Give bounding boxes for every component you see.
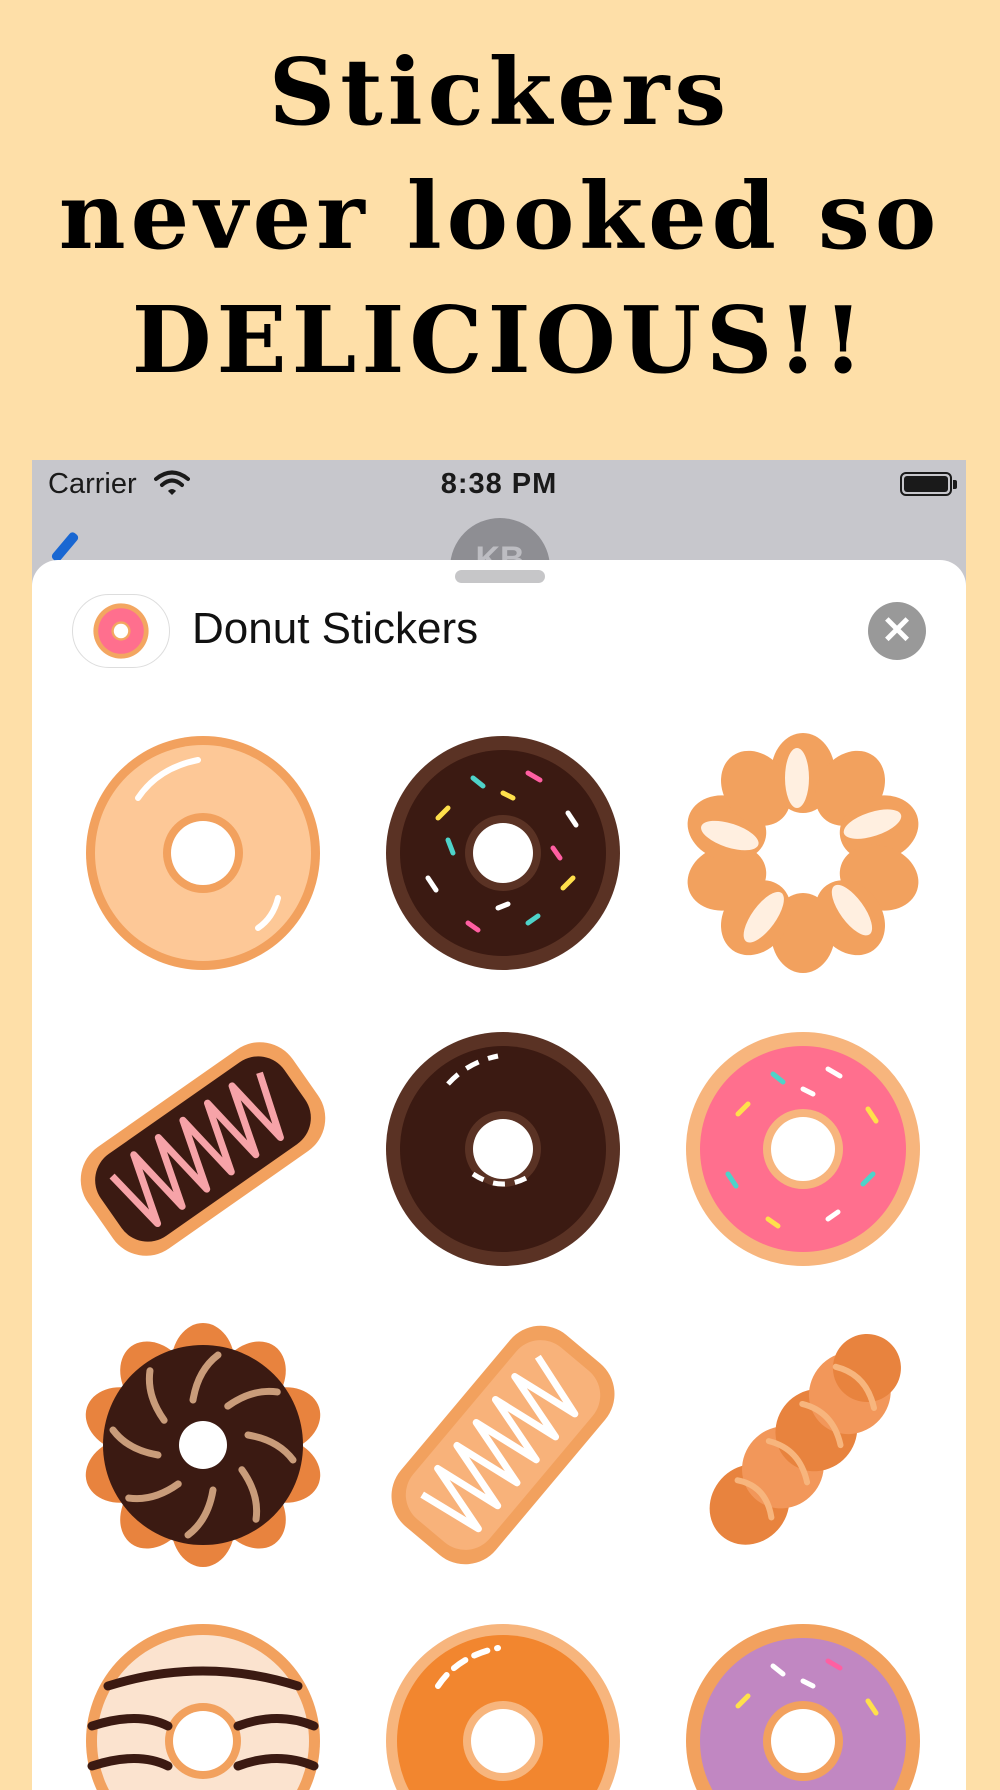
purple-sprinkle-donut-icon[interactable] <box>678 1616 928 1790</box>
sticker-sheet: Donut Stickers ✕ <box>32 560 966 1790</box>
twist-donut-icon[interactable] <box>678 1320 928 1570</box>
orange-glazed-donut-icon[interactable] <box>378 1616 628 1790</box>
promo-line-1: Stickers <box>268 38 732 146</box>
promo-line-2: never looked so <box>58 162 942 270</box>
promo-headline: Stickers never looked so DELICIOUS!! <box>0 30 1000 402</box>
chocolate-glazed-donut-icon[interactable] <box>378 1024 628 1274</box>
sticker-grid <box>32 560 966 1790</box>
phone-screenshot: Carrier 8:38 PM KB Donut Stickers ✕ <box>32 460 966 1790</box>
status-time: 8:38 PM <box>440 468 558 500</box>
back-chevron-icon[interactable] <box>50 530 80 564</box>
battery-icon <box>900 472 957 496</box>
glazed-long-john-icon[interactable] <box>378 1320 628 1570</box>
chocolate-cruller-icon[interactable] <box>78 1320 328 1570</box>
glazed-donut-icon[interactable] <box>78 728 328 978</box>
status-bar: Carrier 8:38 PM <box>32 460 966 510</box>
pink-sprinkle-donut-icon[interactable] <box>678 1024 928 1274</box>
chocolate-sprinkle-donut-icon[interactable] <box>378 728 628 978</box>
chocolate-long-john-icon[interactable] <box>78 1024 328 1274</box>
french-cruller-icon[interactable] <box>678 728 928 978</box>
chocolate-drizzle-donut-icon[interactable] <box>78 1616 328 1790</box>
promo-line-3: DELICIOUS!! <box>131 286 869 394</box>
